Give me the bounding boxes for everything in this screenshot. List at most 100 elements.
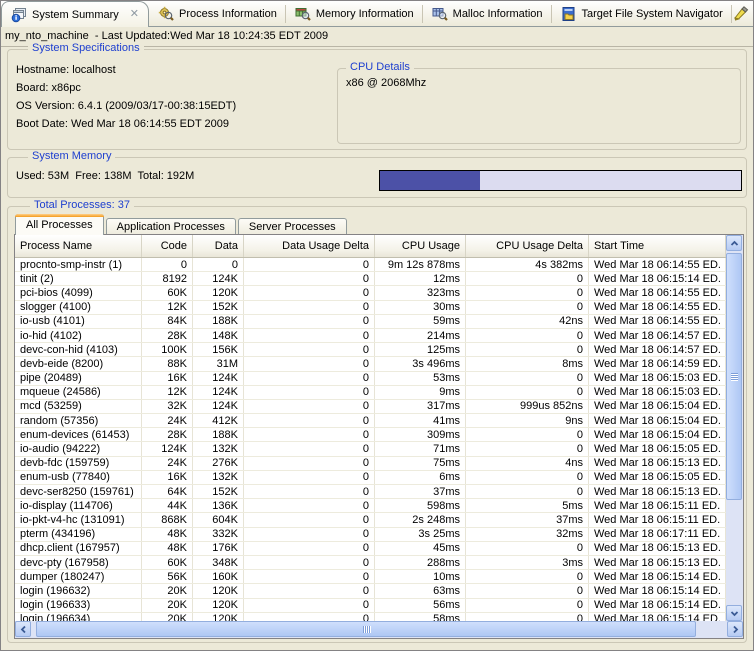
table-cell: Wed Mar 18 06:15:11 ED.	[589, 513, 726, 526]
close-icon[interactable]: ✕	[130, 9, 139, 20]
tab-malloc-information[interactable]: Malloc Information	[423, 1, 552, 27]
table-cell: 56K	[142, 570, 193, 583]
table-row[interactable]: enum-devices (61453)28K188K0309ms0Wed Ma…	[15, 428, 726, 442]
column-header-process-name[interactable]: Process Name	[15, 235, 142, 257]
tab-application-processes[interactable]: Application Processes	[106, 218, 236, 235]
table-cell: Wed Mar 18 06:14:55 ED.	[589, 258, 726, 271]
table-row[interactable]: io-usb (4101)84K188K059ms42nsWed Mar 18 …	[15, 315, 726, 329]
table-cell: login (196632)	[15, 584, 142, 597]
tab-server-processes[interactable]: Server Processes	[238, 218, 347, 235]
tab-label: Server Processes	[249, 221, 336, 233]
table-cell: 24K	[142, 414, 193, 427]
table-cell: 288ms	[375, 556, 466, 569]
table-cell: 59ms	[375, 315, 466, 328]
table-row[interactable]: mqueue (24586)12K124K09ms0Wed Mar 18 06:…	[15, 386, 726, 400]
table-row[interactable]: pipe (20489)16K124K053ms0Wed Mar 18 06:1…	[15, 372, 726, 386]
table-row[interactable]: devc-pty (167958)60K348K0288ms3msWed Mar…	[15, 556, 726, 570]
tab-process-information[interactable]: Process Information	[149, 1, 286, 27]
table-cell: 44K	[142, 499, 193, 512]
table-row[interactable]: login (196632)20K120K063ms0Wed Mar 18 06…	[15, 584, 726, 598]
tab-all-processes[interactable]: All Processes	[15, 214, 104, 235]
table-cell: 0	[466, 272, 589, 285]
table-row[interactable]: dhcp.client (167957)48K176K045ms0Wed Mar…	[15, 542, 726, 556]
table-row[interactable]: pci-bios (4099)60K120K0323ms0Wed Mar 18 …	[15, 286, 726, 300]
scroll-up-button[interactable]	[726, 235, 742, 251]
table-cell: io-hid (4102)	[15, 329, 142, 342]
table-cell: 45ms	[375, 542, 466, 555]
table-cell: 41ms	[375, 414, 466, 427]
memory-information-icon	[295, 6, 311, 22]
table-cell: 30ms	[375, 301, 466, 314]
table-row[interactable]: io-display (114706)44K136K0598ms5msWed M…	[15, 499, 726, 513]
scroll-thumb[interactable]	[726, 253, 742, 500]
table-row[interactable]: login (196634)20K120K058ms0Wed Mar 18 06…	[15, 613, 726, 621]
table-cell: 28K	[142, 428, 193, 441]
table-cell: 0	[244, 542, 375, 555]
table-cell: 332K	[193, 528, 244, 541]
table-row[interactable]: io-audio (94222)124K132K071ms0Wed Mar 18…	[15, 442, 726, 456]
table-cell: 20K	[142, 613, 193, 621]
table-cell: 48K	[142, 542, 193, 555]
table-row[interactable]: dumper (180247)56K160K010ms0Wed Mar 18 0…	[15, 570, 726, 584]
table-cell: 598ms	[375, 499, 466, 512]
tab-label: Malloc Information	[453, 8, 543, 20]
table-cell: Wed Mar 18 06:14:59 ED.	[589, 357, 726, 370]
tab-label: All Processes	[26, 219, 93, 231]
table-cell: 0	[466, 613, 589, 621]
column-header-cpu-usage[interactable]: CPU Usage	[375, 235, 466, 257]
table-cell: dhcp.client (167957)	[15, 542, 142, 555]
table-cell: 125ms	[375, 343, 466, 356]
table-row[interactable]: devb-eide (8200)88K31M03s 496ms8msWed Ma…	[15, 357, 726, 371]
table-cell: 58ms	[375, 613, 466, 621]
table-row[interactable]: pterm (434196)48K332K03s 25ms32msWed Mar…	[15, 528, 726, 542]
table-row[interactable]: random (57356)24K412K041ms9nsWed Mar 18 …	[15, 414, 726, 428]
table-row[interactable]: io-pkt-v4-hc (131091)868K604K02s 248ms37…	[15, 513, 726, 527]
column-header-data[interactable]: Data	[193, 235, 244, 257]
horizontal-scrollbar[interactable]	[15, 621, 743, 638]
table-row[interactable]: io-hid (4102)28K148K0214ms0Wed Mar 18 06…	[15, 329, 726, 343]
tab-target-file-system-navigator[interactable]: Target File System Navigator	[552, 1, 732, 27]
table-cell: devc-ser8250 (159761)	[15, 485, 142, 498]
table-cell: 0	[244, 528, 375, 541]
table-cell: Wed Mar 18 06:15:14 ED.	[589, 599, 726, 612]
tab-system-summary[interactable]: System Summary ✕	[1, 1, 149, 27]
table-cell: 868K	[142, 513, 193, 526]
table-cell: Wed Mar 18 06:15:13 ED.	[589, 457, 726, 470]
table-cell: 6ms	[375, 471, 466, 484]
column-header-cpu-usage-delta[interactable]: CPU Usage Delta	[466, 235, 589, 257]
table-row[interactable]: slogger (4100)12K152K030ms0Wed Mar 18 06…	[15, 301, 726, 315]
table-cell: 0	[244, 400, 375, 413]
table-row[interactable]: login (196633)20K120K056ms0Wed Mar 18 06…	[15, 599, 726, 613]
table-cell: 60K	[142, 556, 193, 569]
table-row[interactable]: enum-usb (77840)16K132K06ms0Wed Mar 18 0…	[15, 471, 726, 485]
tab-memory-information[interactable]: Memory Information	[286, 1, 423, 27]
table-cell: 176K	[193, 542, 244, 555]
table-cell: mcd (53259)	[15, 400, 142, 413]
view-tab-bar: System Summary ✕ Process Information	[1, 1, 753, 27]
boot-date-value: Boot Date: Wed Mar 18 06:14:55 EDT 2009	[16, 118, 229, 130]
column-header-start-time[interactable]: Start Time	[589, 235, 726, 257]
table-cell: 604K	[193, 513, 244, 526]
table-cell: 0	[466, 428, 589, 441]
table-row[interactable]: devc-ser8250 (159761)64K152K037ms0Wed Ma…	[15, 485, 726, 499]
table-cell: Wed Mar 18 06:15:05 ED.	[589, 471, 726, 484]
table-cell: 0	[244, 272, 375, 285]
vertical-scrollbar[interactable]	[726, 235, 743, 621]
scroll-thumb[interactable]	[36, 621, 696, 637]
table-row[interactable]: procnto-smp-instr (1)0009m 12s 878ms4s 3…	[15, 258, 726, 272]
scroll-left-button[interactable]	[15, 621, 31, 637]
scroll-right-button[interactable]	[727, 621, 743, 637]
scroll-down-button[interactable]	[726, 605, 742, 621]
table-row[interactable]: devc-con-hid (4103)100K156K0125ms0Wed Ma…	[15, 343, 726, 357]
table-cell: 37ms	[466, 513, 589, 526]
column-header-code[interactable]: Code	[142, 235, 193, 257]
table-cell: Wed Mar 18 06:15:14 ED.	[589, 570, 726, 583]
table-row[interactable]: devb-fdc (159759)24K276K075ms4nsWed Mar …	[15, 457, 726, 471]
table-row[interactable]: mcd (53259)32K124K0317ms999us 852nsWed M…	[15, 400, 726, 414]
marker-pen-icon[interactable]	[732, 5, 749, 24]
column-header-data-usage-delta[interactable]: Data Usage Delta	[244, 235, 375, 257]
table-cell: 0	[244, 414, 375, 427]
table-cell: 0	[244, 570, 375, 583]
table-row[interactable]: tinit (2)8192124K012ms0Wed Mar 18 06:15:…	[15, 272, 726, 286]
table-cell: 42ns	[466, 315, 589, 328]
